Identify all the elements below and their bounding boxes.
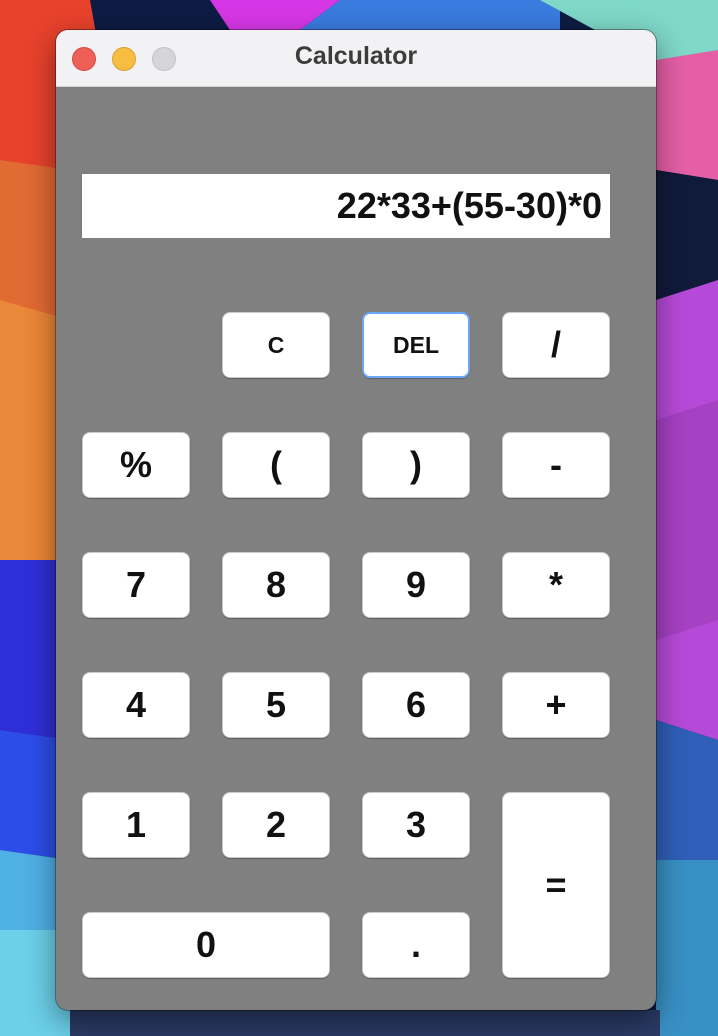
- digit-2-button[interactable]: 2: [222, 792, 330, 858]
- percent-button[interactable]: %: [82, 432, 190, 498]
- window-title: Calculator: [294, 42, 418, 70]
- expression-display: 22*33+(55-30)*0: [82, 174, 610, 238]
- digit-7-button[interactable]: 7: [82, 552, 190, 618]
- close-paren-button[interactable]: ): [362, 432, 470, 498]
- digit-4-button[interactable]: 4: [82, 672, 190, 738]
- minus-button[interactable]: -: [502, 432, 610, 498]
- multiply-button[interactable]: *: [502, 552, 610, 618]
- delete-button[interactable]: DEL: [362, 312, 470, 378]
- title-bar[interactable]: Calculator: [56, 30, 656, 87]
- desktop-wallpaper: Calculator 22*33+(55-30)*0 C DEL / % ( )…: [0, 0, 718, 1036]
- plus-button[interactable]: +: [502, 672, 610, 738]
- divide-button[interactable]: /: [502, 312, 610, 378]
- decimal-button[interactable]: .: [362, 912, 470, 978]
- digit-0-button[interactable]: 0: [82, 912, 330, 978]
- clear-button[interactable]: C: [222, 312, 330, 378]
- digit-1-button[interactable]: 1: [82, 792, 190, 858]
- open-paren-button[interactable]: (: [222, 432, 330, 498]
- equals-button[interactable]: =: [502, 792, 610, 978]
- digit-3-button[interactable]: 3: [362, 792, 470, 858]
- digit-8-button[interactable]: 8: [222, 552, 330, 618]
- digit-6-button[interactable]: 6: [362, 672, 470, 738]
- digit-9-button[interactable]: 9: [362, 552, 470, 618]
- digit-5-button[interactable]: 5: [222, 672, 330, 738]
- calculator-window: Calculator 22*33+(55-30)*0 C DEL / % ( )…: [56, 30, 656, 1010]
